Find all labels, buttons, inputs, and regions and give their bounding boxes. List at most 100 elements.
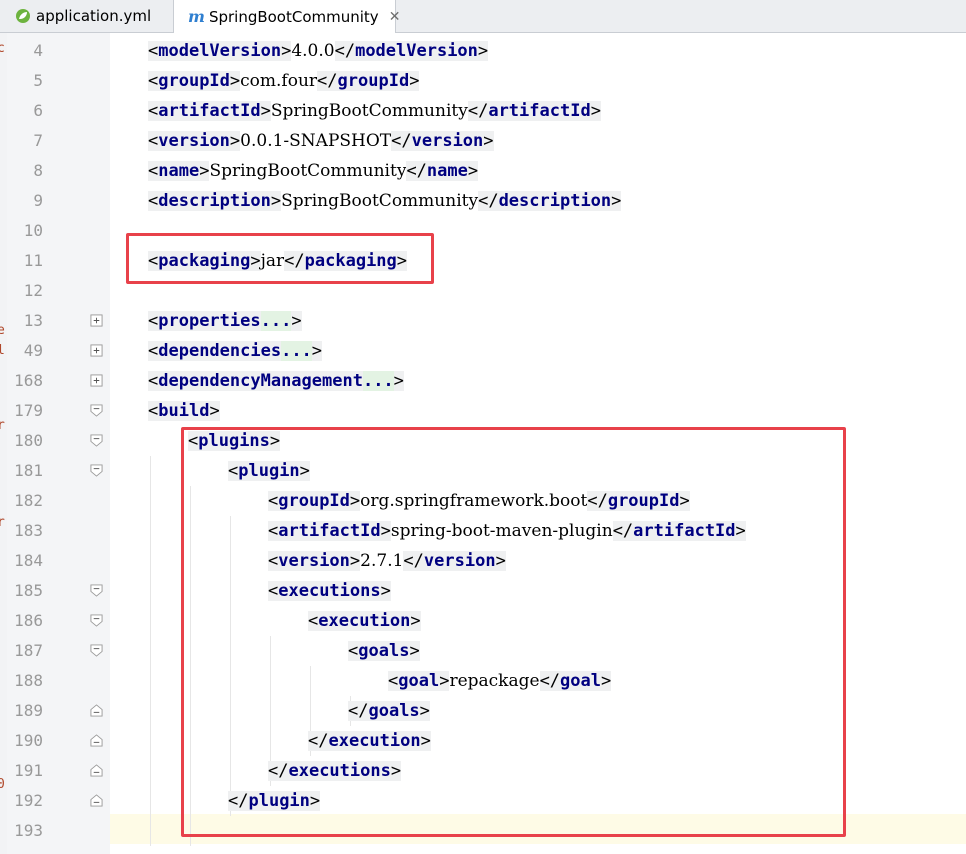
line-number: 193 bbox=[14, 821, 43, 840]
line-number: 12 bbox=[23, 281, 43, 300]
line-number: 13 bbox=[23, 311, 43, 330]
fold-end-icon[interactable] bbox=[90, 704, 103, 717]
line-number: 191 bbox=[14, 761, 43, 780]
xml-tag: </modelVersion> bbox=[334, 41, 489, 61]
tag-bracket: < bbox=[148, 161, 159, 181]
line-number: 11 bbox=[23, 251, 43, 270]
tag-name: name bbox=[158, 161, 200, 181]
code-line: <groupId>com.four</groupId> bbox=[148, 66, 420, 96]
tag-bracket: < bbox=[148, 71, 159, 91]
xml-tag: </version> bbox=[391, 131, 494, 151]
tab-application-yml[interactable]: application.yml bbox=[0, 0, 174, 32]
panel-fragment: e bbox=[0, 323, 5, 338]
tag-bracket: > bbox=[291, 311, 302, 331]
line-number: 187 bbox=[14, 641, 43, 660]
tag-name: name bbox=[426, 161, 468, 181]
xml-tag: <version> bbox=[148, 131, 241, 151]
line-number: 184 bbox=[14, 551, 43, 570]
spring-leaf-icon bbox=[14, 7, 32, 25]
code-line: <name>SpringBootCommunity</name> bbox=[148, 156, 479, 186]
fold-end-icon[interactable] bbox=[90, 764, 103, 777]
packaging-highlight-box bbox=[126, 233, 434, 284]
line-number: 168 bbox=[14, 371, 43, 390]
code-line: <dependencyManagement...> bbox=[148, 366, 404, 396]
tag-bracket: </ bbox=[406, 161, 427, 181]
expand-fold-icon[interactable] bbox=[90, 314, 103, 327]
tag-bracket: < bbox=[148, 131, 159, 151]
collapse-fold-icon[interactable] bbox=[90, 584, 103, 597]
line-number: 181 bbox=[14, 461, 43, 480]
xml-tag: <dependencyManagement bbox=[148, 371, 363, 391]
line-number: 7 bbox=[33, 131, 43, 150]
collapse-fold-icon[interactable] bbox=[90, 614, 103, 627]
xml-tag: </name> bbox=[406, 161, 479, 181]
xml-tag: <properties bbox=[148, 311, 261, 331]
folded-ellipsis: ... bbox=[281, 341, 312, 361]
tag-name: artifactId bbox=[158, 101, 261, 121]
tag-name: modelVersion bbox=[158, 41, 282, 61]
tag-bracket: < bbox=[148, 371, 159, 391]
tag-bracket: < bbox=[148, 311, 159, 331]
folded-ellipsis: ... bbox=[260, 311, 292, 331]
xml-tag: <groupId> bbox=[148, 71, 241, 91]
tag-bracket: < bbox=[148, 191, 159, 211]
tab-label: SpringBootCommunity bbox=[208, 7, 379, 26]
tag-bracket: > bbox=[281, 41, 292, 61]
code-line: <version>0.0.1-SNAPSHOT</version> bbox=[148, 126, 494, 156]
tag-bracket: > bbox=[229, 131, 241, 151]
xml-tag: <dependencies bbox=[148, 341, 282, 361]
fold-end-icon[interactable] bbox=[90, 734, 103, 747]
collapse-fold-icon[interactable] bbox=[90, 434, 103, 447]
line-number: 9 bbox=[33, 191, 43, 210]
code-line: <description>SpringBootCommunity</descri… bbox=[148, 186, 622, 216]
tag-bracket: > bbox=[260, 101, 271, 121]
tag-bracket: < bbox=[148, 41, 159, 61]
collapse-fold-icon[interactable] bbox=[90, 464, 103, 477]
editor-tab-bar: application.yml m SpringBootCommunity ✕ bbox=[0, 0, 966, 33]
tag-name: version bbox=[158, 131, 230, 151]
expand-fold-icon[interactable] bbox=[90, 344, 103, 357]
collapse-fold-icon[interactable] bbox=[90, 404, 103, 417]
tab-label: application.yml bbox=[36, 7, 152, 25]
code-line: <modelVersion>4.0.0</modelVersion> bbox=[148, 36, 489, 66]
tag-name: dependencies bbox=[158, 341, 282, 361]
tag-name: groupId bbox=[337, 71, 410, 91]
panel-fragment: c bbox=[0, 41, 5, 56]
panel-fragment: r bbox=[0, 418, 5, 433]
panel-fragment: l bbox=[0, 343, 5, 358]
tag-value: SpringBootCommunity bbox=[281, 191, 479, 211]
xml-tag: <artifactId> bbox=[148, 101, 271, 121]
line-number: 192 bbox=[14, 791, 43, 810]
close-icon[interactable]: ✕ bbox=[389, 9, 401, 25]
line-number: 185 bbox=[14, 581, 43, 600]
tag-bracket: </ bbox=[317, 71, 338, 91]
xml-tag: </artifactId> bbox=[467, 101, 601, 121]
tag-name: description bbox=[158, 191, 271, 211]
code-line: <artifactId>SpringBootCommunity</artifac… bbox=[148, 96, 601, 126]
line-number: 6 bbox=[33, 101, 43, 120]
tab-springbootcommunity[interactable]: m SpringBootCommunity ✕ bbox=[174, 0, 400, 33]
line-number: 189 bbox=[14, 701, 43, 720]
line-number: 182 bbox=[14, 491, 43, 510]
collapse-fold-icon[interactable] bbox=[90, 644, 103, 657]
tag-bracket: > bbox=[590, 101, 601, 121]
tag-bracket: > bbox=[311, 341, 323, 361]
tag-bracket: < bbox=[148, 341, 159, 361]
fold-end-icon[interactable] bbox=[90, 794, 103, 807]
tag-bracket: < bbox=[148, 101, 159, 121]
plugins-highlight-box bbox=[181, 427, 846, 837]
tag-name: artifactId bbox=[488, 101, 591, 121]
expand-fold-icon[interactable] bbox=[90, 374, 103, 387]
folded-ellipsis: ... bbox=[362, 371, 394, 391]
tag-bracket: </ bbox=[334, 41, 356, 61]
xml-tag: <name> bbox=[148, 161, 210, 181]
xml-tag: <modelVersion> bbox=[148, 41, 292, 61]
tag-value: SpringBootCommunity bbox=[270, 101, 468, 121]
line-number: 49 bbox=[23, 341, 43, 360]
tag-name: modelVersion bbox=[355, 41, 478, 61]
panel-fragment: r bbox=[0, 515, 5, 530]
tag-name: version bbox=[411, 131, 484, 151]
xml-tag: </groupId> bbox=[317, 71, 420, 91]
tag-value: 0.0.1-SNAPSHOT bbox=[240, 131, 392, 151]
tag-name: properties bbox=[158, 311, 261, 331]
